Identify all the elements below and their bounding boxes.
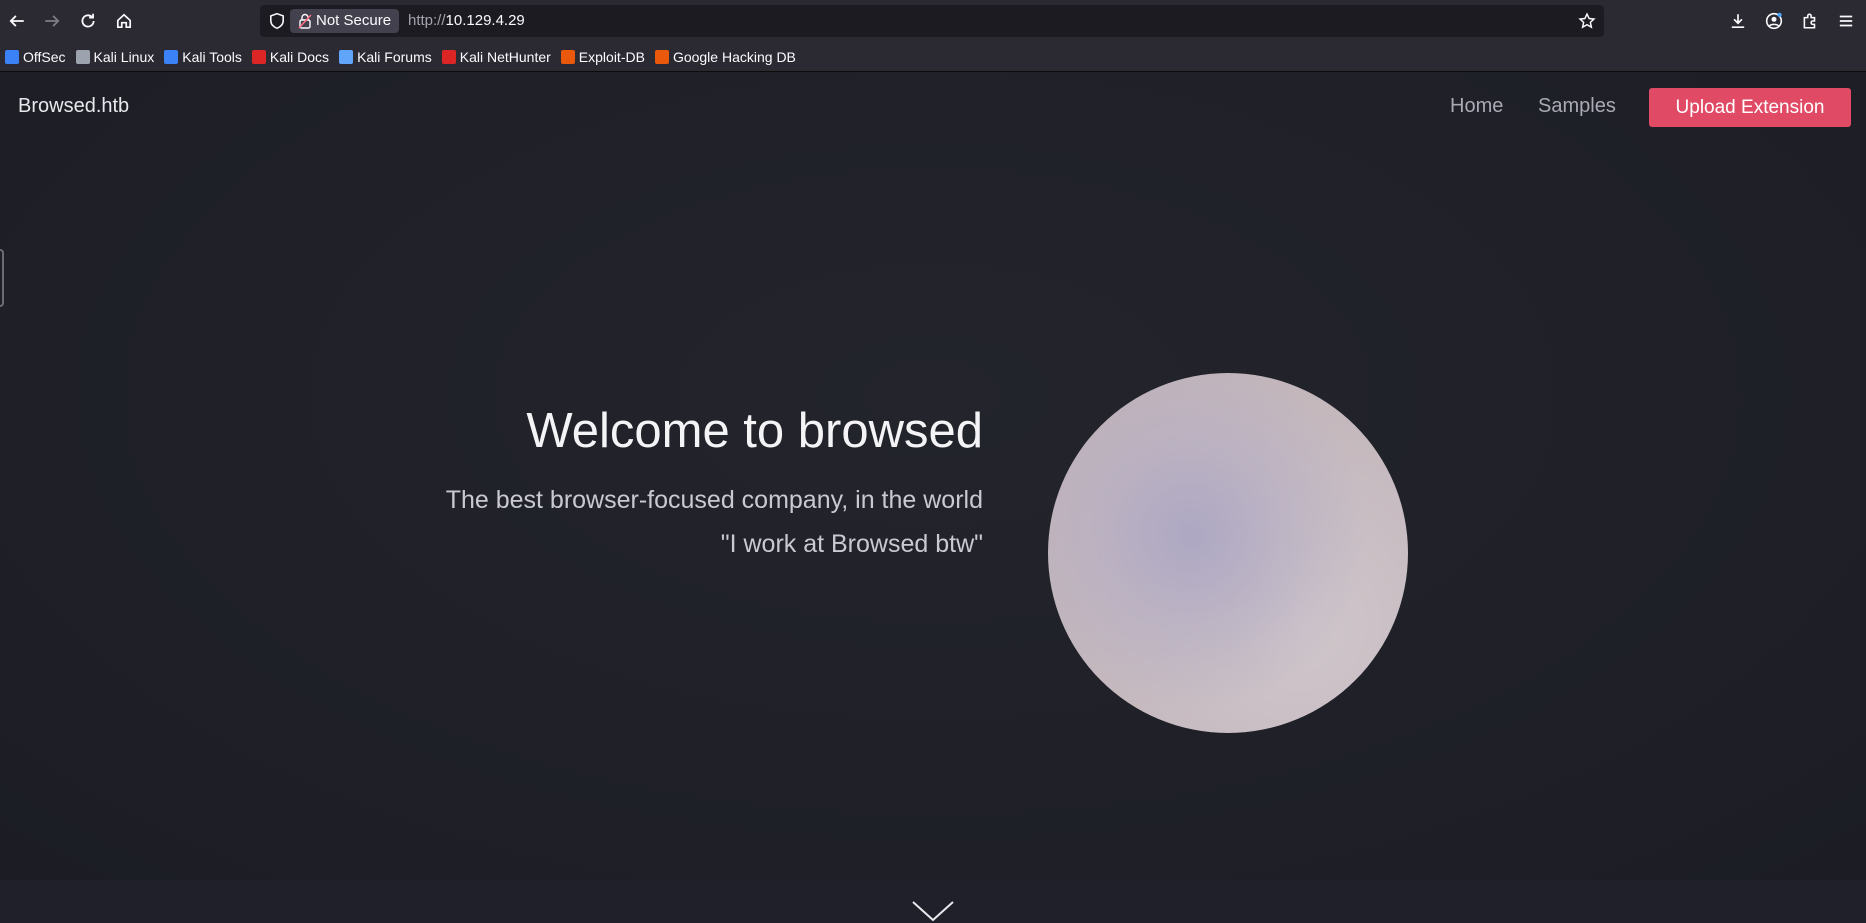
url-host: 10.129.4.29: [445, 12, 525, 29]
insecure-lock-icon: [298, 13, 312, 29]
home-button[interactable]: [112, 9, 136, 33]
bookmark-label: Google Hacking DB: [672, 48, 796, 65]
bookmark-kali-docs[interactable]: Kali Docs: [251, 45, 335, 69]
bookmark-label: Kali NetHunter: [459, 48, 551, 65]
hero-orb-graphic: [1048, 373, 1408, 733]
nav-samples-link[interactable]: Samples: [1538, 95, 1616, 118]
home-icon: [116, 13, 132, 29]
bookmark-label: Kali Forums: [357, 48, 432, 65]
bookmark-google-hacking-db[interactable]: Google Hacking DB: [654, 45, 802, 69]
bookmark-kali-nethunter[interactable]: Kali NetHunter: [441, 45, 557, 69]
bookmark-label: OffSec: [23, 48, 66, 65]
url-scheme: http://: [408, 12, 446, 29]
download-icon: [1731, 14, 1745, 29]
site-brand[interactable]: Browsed.htb: [18, 95, 129, 118]
arrow-right-icon: [45, 15, 60, 27]
hero-subtitle: The best browser-focused company, in the…: [445, 486, 983, 514]
bookmarks-toolbar: OffSec Kali Linux Kali Tools Kali Docs K…: [0, 42, 1866, 72]
downloads-button[interactable]: [1726, 9, 1750, 33]
page-viewport: Browsed.htb Home Samples Upload Extensio…: [0, 73, 1866, 922]
kali-dragon-icon: [75, 49, 90, 64]
puzzle-icon: [1803, 13, 1816, 29]
bookmark-star-icon[interactable]: [1578, 12, 1596, 30]
bookmark-kali-tools[interactable]: Kali Tools: [164, 45, 248, 69]
hero-title: Welcome to browsed: [526, 404, 983, 458]
forward-button[interactable]: [40, 9, 64, 33]
offsec-favicon-icon: [5, 49, 19, 64]
nav-home-link[interactable]: Home: [1450, 95, 1503, 118]
upload-extension-button[interactable]: Upload Extension: [1649, 88, 1851, 127]
hamburger-menu-icon: [1839, 15, 1853, 27]
kali-docs-favicon-icon: [251, 49, 266, 64]
ghdb-favicon-icon: [654, 49, 669, 64]
bookmark-offsec[interactable]: OffSec: [5, 45, 72, 69]
chevron-down-icon[interactable]: [911, 899, 955, 923]
not-secure-indicator[interactable]: Not Secure: [290, 9, 400, 33]
bookmark-kali-forums[interactable]: Kali Forums: [339, 45, 438, 69]
not-secure-label: Not Secure: [316, 12, 392, 29]
bookmark-label: Kali Docs: [269, 48, 330, 65]
menu-button[interactable]: [1834, 9, 1858, 33]
exploit-db-favicon-icon: [560, 49, 575, 64]
url-bar[interactable]: Not Secure http://10.129.4.29: [260, 5, 1604, 37]
arrow-left-icon: [9, 15, 24, 27]
back-button[interactable]: [5, 9, 29, 33]
browser-toolbar: Not Secure http://10.129.4.29: [0, 0, 1866, 42]
url-text[interactable]: http://10.129.4.29: [408, 5, 525, 37]
hero-quote: "I work at Browsed btw": [720, 530, 983, 558]
sidebar-edge-handle[interactable]: [0, 249, 4, 307]
kali-forums-favicon-icon: [339, 49, 354, 64]
kali-nethunter-favicon-icon: [441, 49, 456, 64]
reload-button[interactable]: [76, 9, 100, 33]
account-icon: [1765, 12, 1783, 30]
shield-icon[interactable]: [268, 12, 286, 30]
bookmark-exploit-db[interactable]: Exploit-DB: [560, 45, 651, 69]
account-button[interactable]: [1762, 9, 1786, 33]
reload-icon: [81, 13, 95, 28]
kali-tools-favicon-icon: [164, 49, 179, 64]
extensions-button[interactable]: [1798, 9, 1822, 33]
bookmark-label: Kali Tools: [182, 48, 242, 65]
bookmark-label: Exploit-DB: [578, 48, 645, 65]
bookmark-label: Kali Linux: [93, 48, 155, 65]
bookmark-kali-linux[interactable]: Kali Linux: [75, 45, 161, 69]
